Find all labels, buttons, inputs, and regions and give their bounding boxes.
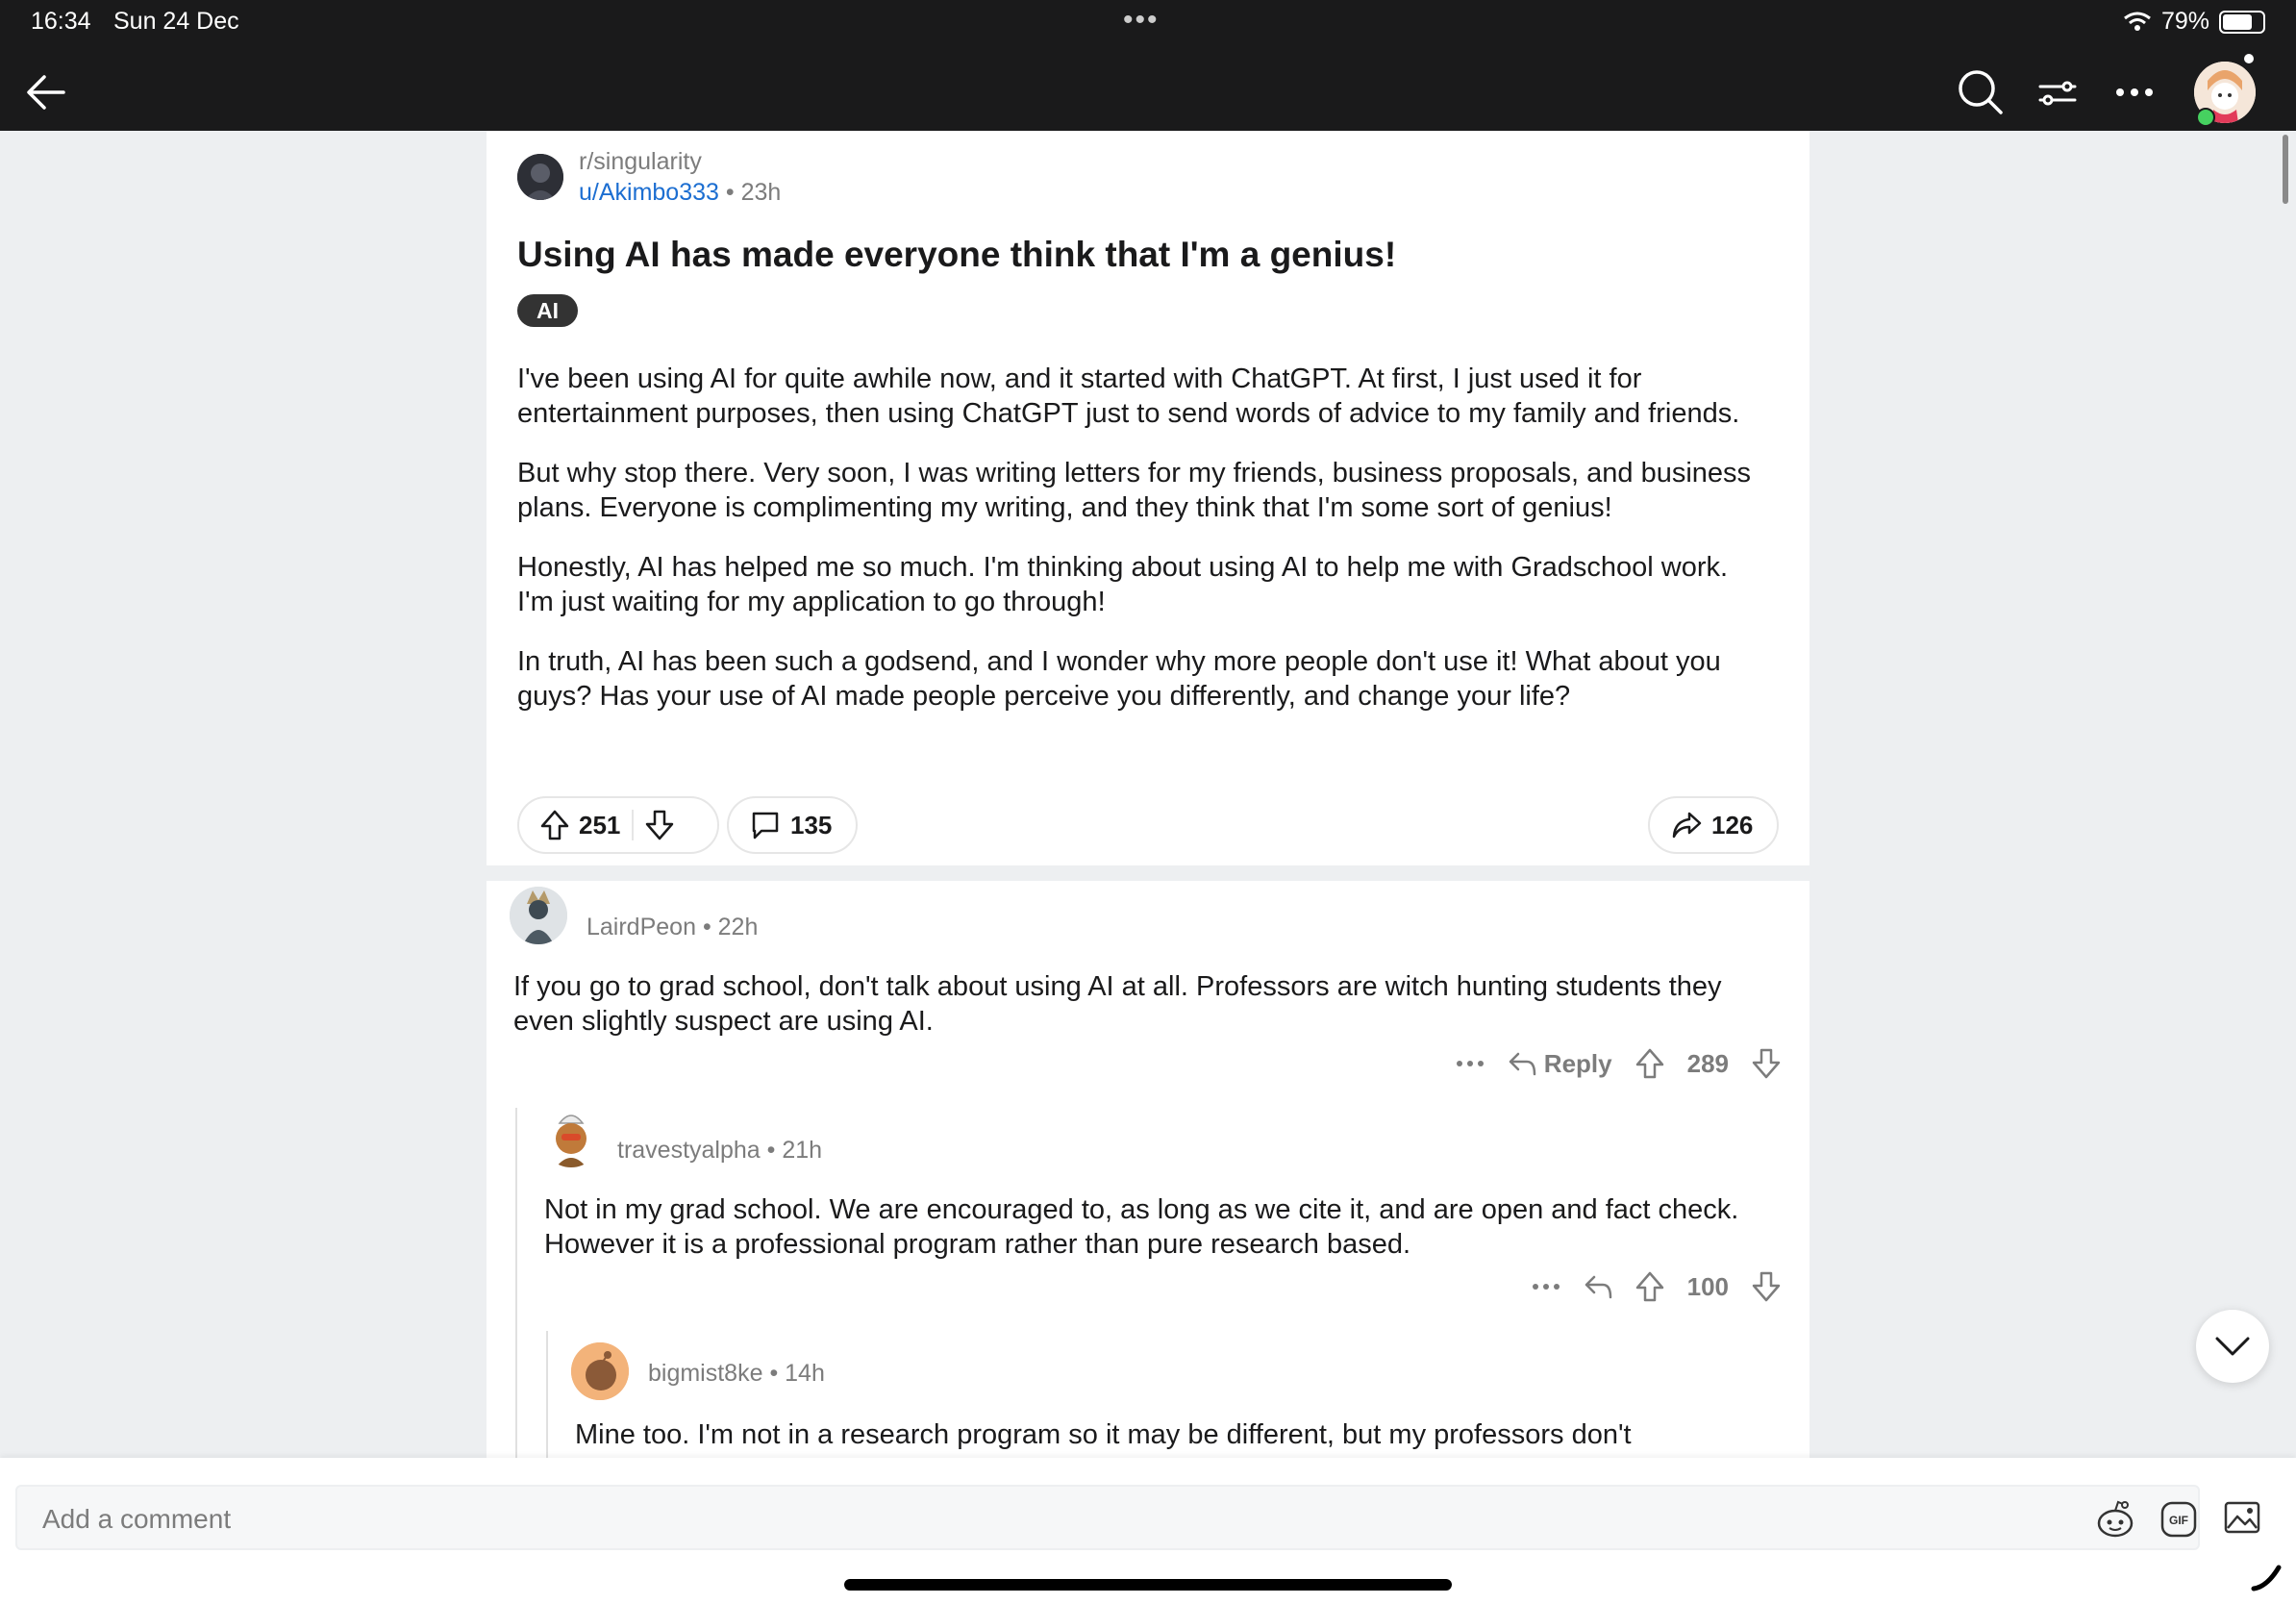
post-share-count: 126: [1711, 810, 1754, 840]
snoo-emoji-icon: [2097, 1500, 2134, 1538]
multitasking-dots[interactable]: •••: [1123, 4, 1160, 37]
pill-divider: [632, 810, 635, 840]
more-icon: [2116, 88, 2153, 96]
avatar-image: [542, 1110, 600, 1167]
thread-line[interactable]: [546, 1331, 548, 1458]
post-author-link[interactable]: u/Akimbo333: [579, 179, 719, 206]
comment-placeholder: Add a comment: [42, 1504, 232, 1534]
comment-age: 14h: [785, 1360, 825, 1387]
subreddit-avatar[interactable]: [517, 154, 563, 200]
reply-icon[interactable]: [1584, 1274, 1612, 1299]
downvote-button[interactable]: [645, 810, 674, 840]
status-date: Sun 24 Dec: [113, 8, 239, 35]
commenter-avatar[interactable]: [542, 1110, 600, 1167]
comment-meta: LairdPeon • 22h: [586, 914, 758, 941]
post-vote-pill: 251: [517, 796, 719, 854]
post-vote-count: 251: [579, 810, 621, 840]
reply-button[interactable]: Reply: [1508, 1049, 1612, 1079]
upvote-icon[interactable]: [1635, 1048, 1664, 1079]
battery-percent: 79%: [2160, 8, 2209, 35]
app-top-bar: 16:34 Sun 24 Dec ••• 79%: [0, 0, 2296, 131]
post-title: Using AI has made everyone think that I'…: [517, 235, 1397, 274]
search-icon: [1959, 70, 2003, 114]
upvote-icon: [540, 810, 569, 840]
search-button[interactable]: [1952, 63, 2009, 121]
comment-actions: Reply 289: [1456, 1048, 1781, 1079]
post-card: r/singularity u/Akimbo333 • 23h Using AI…: [487, 131, 1809, 865]
post-body: I've been using AI for quite awhile now,…: [517, 362, 1758, 739]
meta-separator: •: [766, 1137, 783, 1164]
scrollbar-thumb[interactable]: [2283, 135, 2288, 204]
share-button[interactable]: 126: [1648, 796, 1779, 854]
chevron-down-icon: [2215, 1337, 2250, 1356]
pencil-cursor-icon: [2251, 1565, 2282, 1591]
sort-button[interactable]: [2029, 63, 2086, 121]
commenter-username[interactable]: LairdPeon: [586, 914, 696, 940]
comment-body: Mine too. I'm not in a research program …: [575, 1419, 1632, 1450]
comment-age: 21h: [782, 1137, 823, 1164]
comments-button[interactable]: 135: [727, 796, 858, 854]
home-indicator[interactable]: [844, 1579, 1452, 1591]
sort-icon: [2038, 81, 2077, 106]
comment-meta: travestyalpha • 21h: [617, 1137, 822, 1165]
thread-line[interactable]: [515, 1108, 517, 1458]
post-paragraph: I've been using AI for quite awhile now,…: [517, 363, 1740, 429]
post-age: 23h: [740, 179, 782, 206]
commenter-username[interactable]: travestyalpha: [617, 1137, 761, 1164]
subreddit-avatar-image: [517, 154, 563, 200]
battery-icon: [2219, 10, 2265, 34]
comment-body: Not in my grad school. We are encouraged…: [544, 1194, 1739, 1260]
commenter-avatar[interactable]: [571, 1342, 629, 1400]
gif-icon: GIF: [2160, 1501, 2197, 1538]
comment-actions: 100: [1532, 1271, 1781, 1302]
downvote-icon[interactable]: [1752, 1271, 1781, 1302]
comments-section: LairdPeon • 22h If you go to grad school…: [487, 881, 1809, 1458]
commenter-avatar[interactable]: [510, 887, 567, 944]
online-status-dot: [2196, 108, 2215, 127]
share-icon: [1672, 812, 1702, 839]
image-icon: [2224, 1501, 2260, 1534]
status-indicators: 79%: [2123, 8, 2265, 36]
status-time: 16:34: [31, 8, 91, 35]
avatar-image: [510, 887, 567, 944]
upvote-button[interactable]: 251: [519, 810, 620, 840]
meta-separator: •: [702, 914, 718, 940]
next-comment-button[interactable]: [2196, 1310, 2269, 1383]
comment-vote-count: 289: [1686, 1048, 1729, 1078]
subreddit-name[interactable]: r/singularity: [579, 148, 702, 176]
comment-bubble-icon: [752, 812, 779, 840]
reply-label: Reply: [1543, 1048, 1612, 1078]
upvote-icon[interactable]: [1635, 1271, 1664, 1302]
downvote-icon: [646, 810, 674, 840]
add-image-button[interactable]: [2221, 1496, 2263, 1539]
post-paragraph: Honestly, AI has helped me so much. I'm …: [517, 552, 1729, 617]
notification-dot: [2244, 54, 2254, 63]
comment-composer-bar: Add a comment GIF: [0, 1458, 2296, 1604]
back-arrow-icon: [27, 75, 65, 110]
more-options-button[interactable]: [2106, 63, 2163, 121]
reply-icon: [1509, 1052, 1536, 1076]
commenter-username[interactable]: bigmist8ke: [648, 1360, 763, 1387]
comment-body: If you go to grad school, don't talk abo…: [513, 971, 1722, 1037]
post-paragraph: In truth, AI has been such a godsend, an…: [517, 646, 1721, 712]
more-icon[interactable]: [1532, 1283, 1560, 1291]
post-paragraph: But why stop there. Very soon, I was wri…: [517, 458, 1752, 523]
more-icon[interactable]: [1456, 1060, 1485, 1067]
post-author-line: u/Akimbo333 • 23h: [579, 179, 781, 207]
wifi-icon: [2124, 12, 2151, 31]
comment-meta: bigmist8ke • 14h: [648, 1360, 825, 1388]
add-comment-input[interactable]: Add a comment GIF: [15, 1485, 2200, 1550]
snoo-avatar-icon: [571, 1342, 629, 1400]
back-button[interactable]: [17, 63, 75, 121]
snoo-emoji-button[interactable]: [2094, 1498, 2136, 1541]
meta-separator: •: [725, 179, 741, 206]
svg-text:GIF: GIF: [2169, 1514, 2188, 1527]
post-comment-count: 135: [790, 810, 833, 840]
comment-age: 22h: [717, 914, 759, 940]
gif-button[interactable]: GIF: [2158, 1498, 2200, 1541]
meta-separator: •: [769, 1360, 786, 1387]
post-flair[interactable]: AI: [517, 294, 578, 327]
downvote-icon[interactable]: [1752, 1048, 1781, 1079]
comment-vote-count: 100: [1686, 1271, 1729, 1301]
